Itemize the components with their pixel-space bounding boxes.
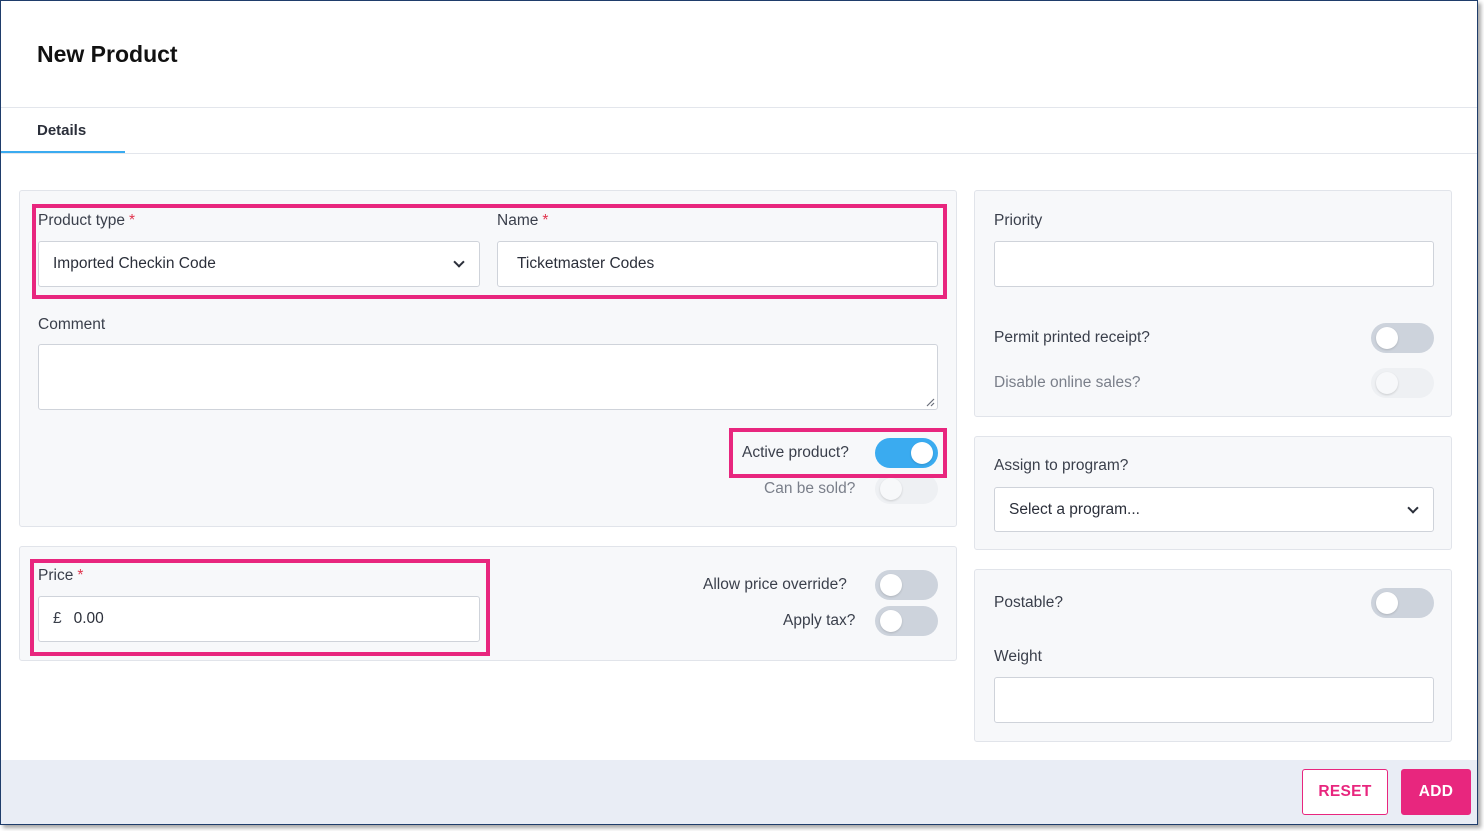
assign-program-label: Assign to program?: [994, 457, 1129, 474]
tab-details[interactable]: Details: [1, 108, 125, 154]
chevron-down-icon: [1407, 501, 1419, 514]
footer-bar: [1, 760, 1477, 824]
price-label: Price *: [38, 567, 84, 584]
assign-program-select[interactable]: Select a program...: [994, 487, 1434, 532]
add-button[interactable]: ADD: [1401, 769, 1471, 815]
assign-program-value: Select a program...: [1009, 500, 1140, 518]
allow-price-override-label: Allow price override?: [703, 576, 847, 593]
header-divider: [1, 107, 1477, 108]
chevron-down-icon: [453, 256, 465, 268]
weight-label: Weight: [994, 648, 1042, 665]
comment-textarea[interactable]: [38, 344, 938, 410]
apply-tax-toggle[interactable]: [875, 606, 938, 636]
toggle-knob: [1376, 327, 1398, 349]
name-label: Name *: [497, 212, 549, 229]
priority-input[interactable]: [994, 241, 1434, 287]
product-type-select[interactable]: Imported Checkin Code: [38, 241, 480, 287]
reset-button[interactable]: RESET: [1302, 769, 1388, 815]
page-title: New Product: [37, 41, 178, 67]
name-value: Ticketmaster Codes: [517, 255, 655, 272]
disable-online-sales-toggle: [1371, 368, 1434, 398]
product-type-value: Imported Checkin Code: [53, 255, 216, 272]
toggle-knob: [880, 478, 902, 500]
allow-price-override-toggle[interactable]: [875, 570, 938, 600]
currency-symbol: £: [53, 610, 62, 627]
permit-printed-receipt-label: Permit printed receipt?: [994, 329, 1150, 346]
comment-label: Comment: [38, 316, 106, 333]
toggle-knob: [1376, 372, 1398, 394]
disable-online-sales-label: Disable online sales?: [994, 374, 1141, 391]
price-input[interactable]: £ 0.00: [38, 596, 480, 642]
apply-tax-label: Apply tax?: [783, 612, 856, 629]
can-be-sold-toggle: [875, 474, 938, 504]
resize-grip-icon[interactable]: [926, 398, 935, 407]
toggle-knob: [911, 442, 933, 464]
toggle-knob: [1376, 592, 1398, 614]
postable-label: Postable?: [994, 594, 1063, 611]
priority-label: Priority: [994, 212, 1043, 229]
permit-printed-receipt-toggle[interactable]: [1371, 323, 1434, 353]
active-product-label: Active product?: [742, 444, 849, 461]
price-value: 0.00: [73, 610, 104, 627]
toggle-knob: [880, 574, 902, 596]
toggle-knob: [880, 610, 902, 632]
active-product-toggle[interactable]: [875, 438, 938, 468]
tabs-divider: [1, 153, 1477, 154]
weight-input[interactable]: [994, 677, 1434, 723]
postable-toggle[interactable]: [1371, 588, 1434, 618]
product-form-window: New Product Details Product type * Import…: [0, 0, 1478, 825]
name-input[interactable]: Ticketmaster Codes: [497, 241, 938, 287]
can-be-sold-label: Can be sold?: [764, 480, 856, 497]
product-type-label: Product type *: [38, 212, 136, 229]
